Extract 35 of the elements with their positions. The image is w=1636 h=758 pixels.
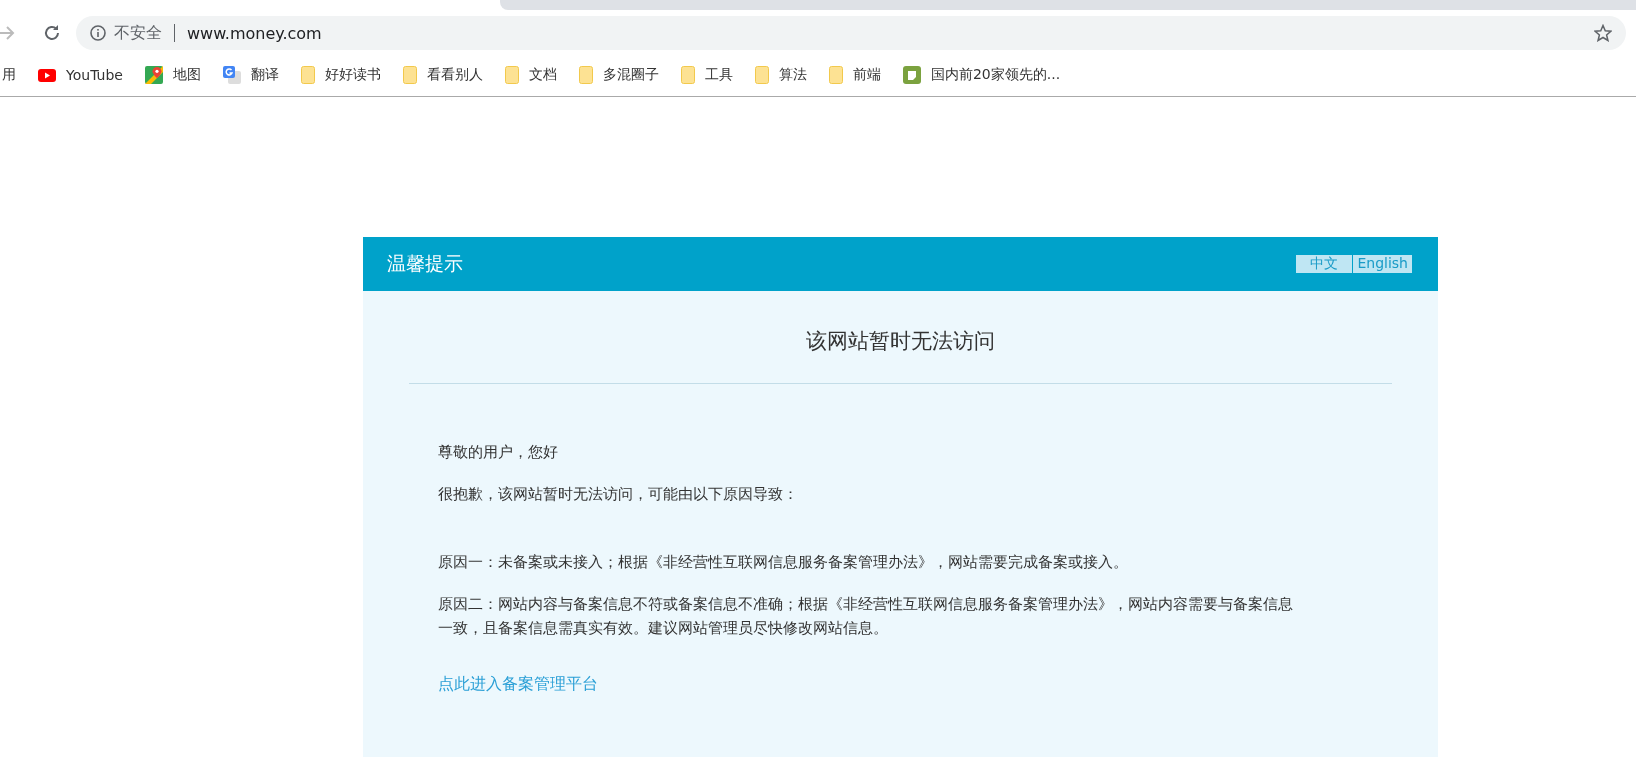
reload-icon[interactable] bbox=[42, 23, 62, 43]
security-label: 不安全 bbox=[114, 22, 162, 44]
site-logo-icon bbox=[902, 66, 921, 84]
map-pin-icon bbox=[144, 66, 163, 84]
bookmark-item[interactable]: 用 bbox=[2, 66, 16, 84]
folder-icon bbox=[680, 66, 695, 84]
folder-icon bbox=[828, 66, 843, 84]
notice-paragraph: 尊敬的用户，您好 bbox=[438, 442, 559, 463]
folder-icon bbox=[504, 66, 519, 84]
header-title: 温馨提示 bbox=[387, 251, 463, 276]
bookmark-item[interactable]: 翻译 bbox=[222, 66, 279, 84]
info-icon[interactable] bbox=[90, 25, 106, 41]
translate-icon bbox=[222, 66, 241, 84]
bookmark-item[interactable]: 前端 bbox=[828, 66, 881, 84]
folder-icon bbox=[578, 66, 593, 84]
bookmark-item[interactable]: 算法 bbox=[754, 66, 807, 84]
bookmark-item[interactable]: 国内前20家领先的... bbox=[902, 66, 1061, 84]
address-bar[interactable]: 不安全 www.money.com bbox=[76, 16, 1626, 50]
notice-heading: 该网站暂时无法访问 bbox=[805, 328, 996, 355]
bookmark-item[interactable]: 多混圈子 bbox=[578, 66, 659, 84]
folder-icon bbox=[402, 66, 417, 84]
bookmark-item[interactable]: 工具 bbox=[680, 66, 733, 84]
folder-icon bbox=[300, 66, 315, 84]
bookmark-item[interactable]: YouTube bbox=[38, 67, 123, 83]
bookmark-item[interactable]: 地图 bbox=[144, 66, 201, 84]
url-text: www.money.com bbox=[187, 23, 322, 43]
bookmark-item[interactable]: 看看别人 bbox=[402, 66, 483, 84]
play-icon bbox=[38, 68, 56, 82]
notice-paragraph: 很抱歉，该网站暂时无法访问，可能由以下原因导致： bbox=[438, 484, 799, 505]
notice-paragraph: 原因一：未备案或未接入；根据《非经营性互联网信息服务备案管理办法》，网站需要完成备案或接入。 bbox=[438, 552, 1129, 573]
star-icon[interactable] bbox=[1594, 24, 1612, 42]
folder-icon bbox=[754, 66, 769, 84]
bookmark-item[interactable]: 好好读书 bbox=[300, 66, 381, 84]
bookmark-item[interactable]: 文档 bbox=[504, 66, 557, 84]
notice-paragraph: 原因二：网站内容与备案信息不符或备案信息不准确；根据《非经营性互联网信息服务备案管理办法》，网站内容需要与备案信息一致，且备案信息需真实有效。建议网站管理员尽快修改网站信息。 bbox=[438, 594, 1294, 639]
